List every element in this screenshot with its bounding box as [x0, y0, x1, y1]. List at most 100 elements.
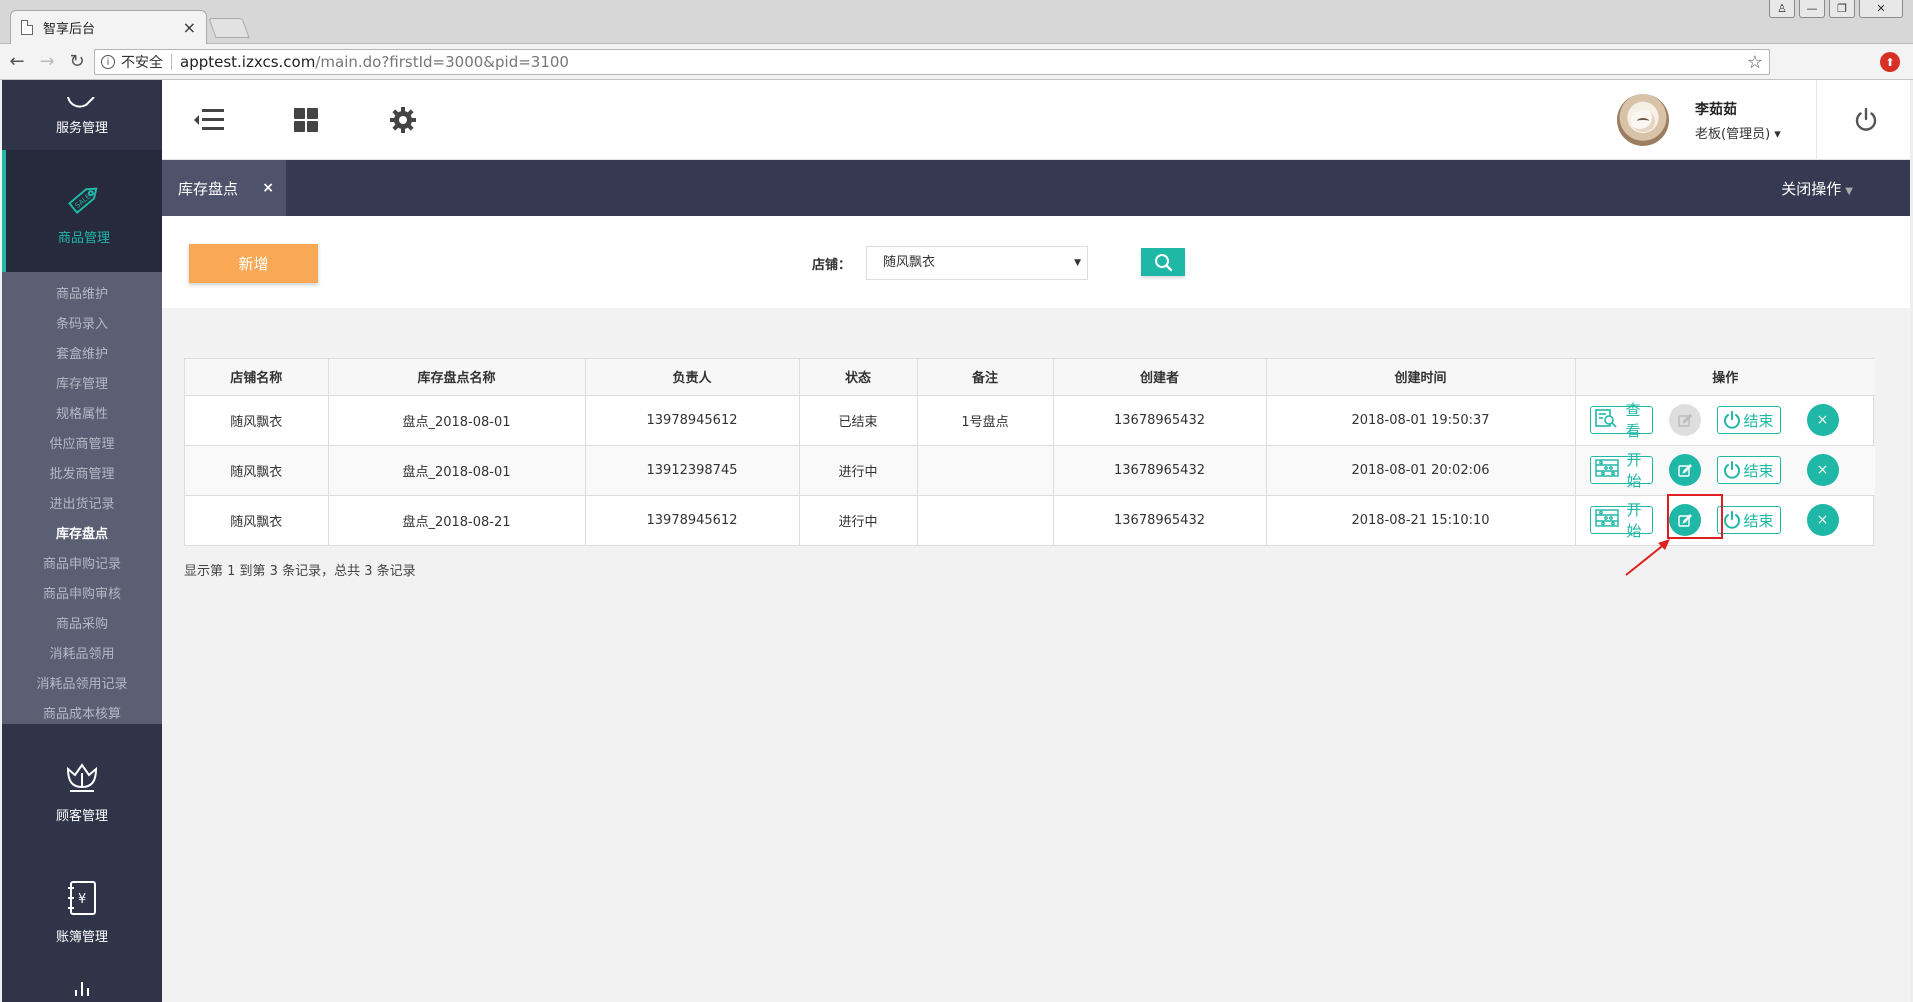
sidebar-sub-item[interactable]: 商品维护	[2, 280, 162, 310]
user-menu[interactable]: 李茹茹 老板(管理员) ▾	[1617, 92, 1781, 148]
end-button[interactable]: 结束	[1716, 506, 1781, 534]
sidebar-sub-item[interactable]: 库存盘点	[2, 520, 162, 550]
reload-icon[interactable]: ↻	[64, 49, 90, 75]
end-label: 结束	[1743, 511, 1774, 530]
forward-icon[interactable]: →	[34, 49, 60, 75]
goods-sub-menu: 商品维护 条码录入 套盒维护 库存管理 规格属性 供应商管理 批发商管理 进出货记录 库存盘点商…	[2, 272, 162, 724]
sidebar-sub-item[interactable]: 进出货记录	[2, 490, 162, 520]
sidebar-module-more[interactable]	[2, 980, 162, 1002]
cell-name: 盘点_2018-08-21	[328, 495, 586, 545]
edit-icon	[1677, 513, 1692, 527]
power-icon	[1722, 510, 1744, 530]
cell-store: 随风飘衣	[185, 445, 329, 496]
info-icon[interactable]: i	[101, 55, 115, 69]
user-profile-button[interactable]: ♙	[1769, 0, 1795, 18]
logout-power-icon[interactable]	[1848, 102, 1884, 138]
sidebar: 服务管理 SALE 商品管理 商品维护 条码录入 套盒维护 库存管理 规格属性 供应商管理…	[2, 80, 162, 1002]
cell-created: 2018-08-01 19:50:37	[1266, 395, 1576, 446]
abacus-icon	[1594, 459, 1621, 481]
table-row: 随风飘衣 盘点_2018-08-01 13912398745 进行中 136789654…	[185, 445, 1875, 496]
view-button[interactable]: 查看	[1589, 401, 1653, 440]
cell-status: 已结束	[799, 395, 918, 446]
browser-tab[interactable]: 智享后台 ×	[10, 10, 207, 44]
tab-close-icon[interactable]: ×	[262, 180, 274, 196]
sidebar-sub-item[interactable]: 套盒维护	[2, 340, 162, 370]
cell-owner: 13978945612	[585, 495, 800, 545]
sidebar-sub-item[interactable]: 条码录入	[2, 310, 162, 340]
sidebar-sub-item[interactable]: 商品成本核算	[2, 700, 162, 730]
header-divider	[1816, 80, 1817, 160]
sidebar-sub-item[interactable]: 库存管理	[2, 370, 162, 400]
sidebar-sub-item[interactable]: 商品申购记录	[2, 550, 162, 580]
edit-button[interactable]	[1668, 454, 1701, 486]
bookmark-star-icon[interactable]: ☆	[1747, 52, 1763, 73]
annotation-arrow	[1625, 539, 1670, 576]
column-header: 库存盘点名称	[328, 359, 586, 396]
browser-tab-title: 智享后台	[43, 22, 96, 37]
end-button[interactable]: 结束	[1716, 406, 1781, 434]
cell-store: 随风飘衣	[185, 495, 329, 545]
row-actions: 查看 结束 ×	[1576, 396, 1876, 445]
user-name: 李茹茹	[1695, 101, 1737, 118]
grid-icon[interactable]	[286, 102, 326, 138]
service-icon	[67, 97, 95, 108]
delete-button[interactable]: ×	[1806, 454, 1839, 486]
menu-collapse-icon[interactable]	[188, 102, 228, 138]
close-operations-dropdown[interactable]: 关闭操作 ▼	[1781, 178, 1853, 199]
sidebar-sub-item[interactable]: 消耗品领用	[2, 640, 162, 670]
sidebar-module-customer[interactable]: 顾客管理	[2, 734, 162, 844]
search-button[interactable]	[1141, 248, 1185, 276]
minimize-button[interactable]: —	[1799, 0, 1825, 18]
gear-icon[interactable]	[383, 102, 423, 138]
window-controls: ♙ — ❐ ✕	[1769, 0, 1903, 18]
sidebar-sub-item[interactable]: 商品申购审核	[2, 580, 162, 610]
view-icon	[1594, 408, 1619, 432]
cell-name: 盘点_2018-08-01	[328, 445, 586, 496]
power-icon	[1722, 460, 1744, 480]
user-role-dropdown[interactable]: 老板(管理员) ▾	[1695, 123, 1781, 142]
sidebar-sub-item[interactable]: 规格属性	[2, 400, 162, 430]
sidebar-sub-item[interactable]: 商品采购	[2, 610, 162, 640]
end-button[interactable]: 结束	[1716, 456, 1781, 484]
window-close-button[interactable]: ✕	[1859, 0, 1903, 18]
browser-tab-close-icon[interactable]: ×	[183, 18, 196, 37]
sidebar-sub-item[interactable]: 批发商管理	[2, 460, 162, 490]
abacus-icon	[1594, 509, 1621, 531]
sidebar-module-label: 服务管理	[55, 121, 108, 136]
start-button[interactable]: 开始	[1589, 501, 1653, 540]
svg-text:¥: ¥	[78, 892, 86, 907]
tab-inventory-check[interactable]: 库存盘点 ×	[162, 160, 286, 216]
back-icon[interactable]: ←	[4, 49, 30, 75]
address-bar[interactable]: i 不安全 apptest.izxcs.com /main.do?firstId…	[94, 49, 1770, 75]
inventory-check-table: 店铺名称 库存盘点名称 负责人 状态 备注 创建者 创建时间 操作 随风飘衣 盘点_2018-0…	[184, 358, 1876, 546]
column-header: 创建时间	[1266, 359, 1576, 396]
sidebar-sub-item[interactable]: 消耗品领用记录	[2, 670, 162, 700]
cell-operations: 查看 结束 ×	[1575, 395, 1876, 446]
start-button[interactable]: 开始	[1589, 451, 1653, 490]
sidebar-module-account[interactable]: ¥ 账簿管理	[2, 850, 162, 970]
sidebar-sub-item[interactable]: 供应商管理	[2, 430, 162, 460]
column-header: 操作	[1575, 359, 1875, 396]
cell-remark: 1号盘点	[917, 395, 1054, 446]
delete-button[interactable]: ×	[1806, 404, 1839, 436]
maximize-button[interactable]: ❐	[1829, 0, 1855, 18]
edit-button[interactable]	[1668, 504, 1701, 536]
edit-button[interactable]	[1668, 404, 1701, 436]
security-label: 不安全	[121, 55, 163, 71]
store-select[interactable]: 随风飘衣 ▼	[866, 246, 1088, 280]
new-tab-button[interactable]	[208, 18, 250, 38]
cell-remark	[917, 495, 1054, 545]
url-path: /main.do?firstId=3000&pid=3100	[315, 53, 569, 71]
cell-operations: 开始 结束 ×	[1575, 445, 1875, 496]
primary-op-label: 开始	[1626, 451, 1642, 490]
cell-status: 进行中	[799, 445, 918, 496]
extension-icon[interactable]: ⬆	[1880, 52, 1900, 72]
sidebar-module-service[interactable]: 服务管理	[2, 80, 162, 150]
sidebar-module-goods[interactable]: SALE 商品管理	[2, 150, 162, 272]
cell-owner: 13912398745	[585, 445, 800, 496]
cell-remark	[917, 445, 1054, 496]
table-row: 随风飘衣 盘点_2018-08-01 13978945612 已结束 1号盘点 13678…	[185, 395, 1876, 446]
add-button[interactable]: 新增	[189, 244, 318, 283]
filter-toolbar: 新增 店铺： 随风飘衣 ▼	[162, 216, 1913, 308]
delete-button[interactable]: ×	[1806, 504, 1839, 536]
